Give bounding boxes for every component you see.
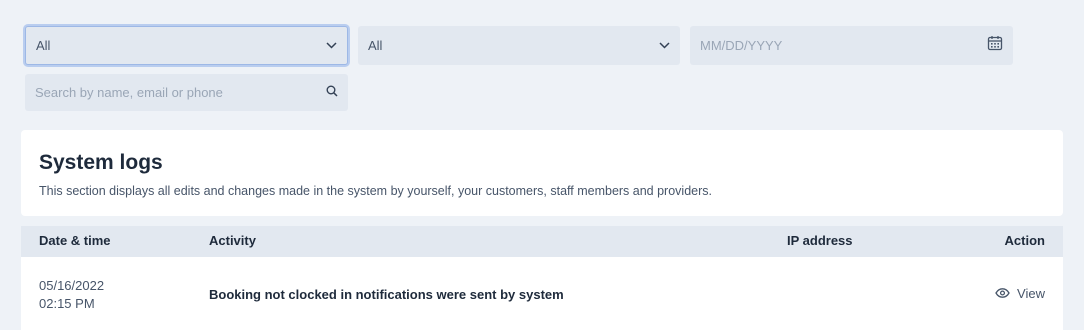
row-time: 02:15 PM (39, 296, 95, 311)
calendar-icon[interactable] (987, 35, 1003, 56)
row-date: 05/16/2022 (39, 278, 105, 293)
filter-select-2[interactable]: All (358, 26, 680, 65)
eye-icon (995, 286, 1010, 301)
column-header-action: Action (1004, 233, 1045, 248)
row-activity: Booking not clocked in notifications wer… (209, 287, 564, 302)
column-header-datetime: Date & time (39, 233, 111, 248)
view-button[interactable]: View (995, 286, 1045, 301)
column-header-ip: IP address (787, 233, 853, 248)
date-input[interactable] (700, 38, 987, 53)
page-title: System logs (39, 151, 163, 174)
row-datetime: 05/16/2022 02:15 PM (39, 277, 104, 313)
date-field[interactable] (690, 26, 1013, 65)
table-row: 05/16/2022 02:15 PM Booking not clocked … (21, 257, 1063, 330)
filter-select-1[interactable]: All (25, 26, 348, 65)
system-logs-header-card: System logs This section displays all ed… (21, 130, 1063, 216)
search-field[interactable] (25, 74, 348, 111)
table-header: Date & time Activity IP address Action (21, 226, 1063, 257)
chevron-down-icon (658, 40, 670, 52)
page-description: This section displays all edits and chan… (39, 184, 712, 198)
chevron-down-icon (325, 40, 337, 52)
search-input[interactable] (35, 85, 326, 100)
column-header-activity: Activity (209, 233, 256, 248)
view-button-label: View (1017, 286, 1045, 301)
filter-select-2-value: All (368, 38, 383, 53)
filter-select-1-value: All (36, 38, 51, 53)
search-icon[interactable] (326, 84, 338, 102)
